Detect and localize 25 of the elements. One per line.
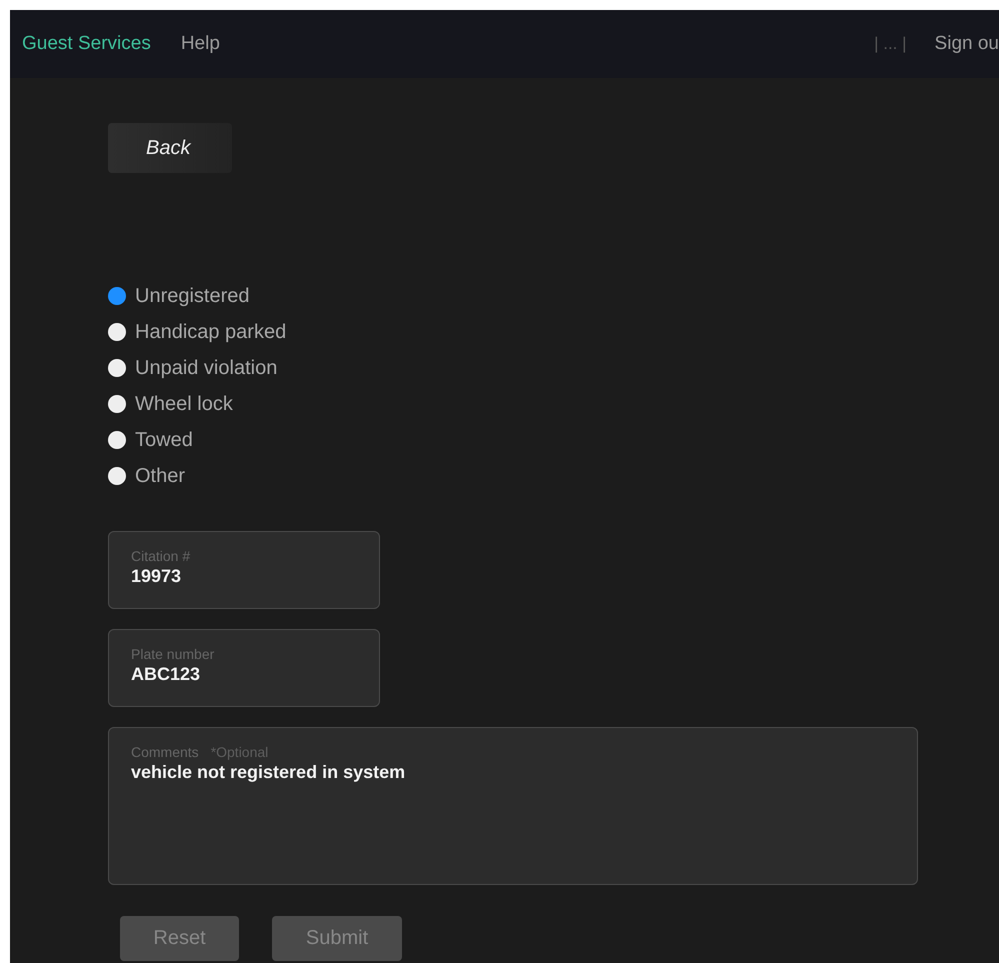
radio-label[interactable]: Handicap parked	[135, 320, 286, 344]
help-link[interactable]: Help	[180, 33, 220, 55]
radio-label[interactable]: Other	[135, 464, 186, 488]
radio-button[interactable]	[108, 359, 126, 377]
field-value: 19973	[131, 566, 182, 587]
field-label: Plate number	[131, 646, 216, 662]
input-field[interactable]: Plate number ABC123	[108, 629, 380, 707]
radio-button[interactable]	[108, 467, 126, 485]
field-value: ABC123	[131, 664, 202, 685]
radio-label[interactable]: Unpaid violation	[135, 356, 278, 380]
radio-label[interactable]: Towed	[135, 428, 193, 452]
radio-button[interactable]	[108, 395, 126, 413]
input-field[interactable]: Citation # 19973	[108, 531, 380, 609]
back-button[interactable]: Back	[108, 123, 232, 173]
field-value: vehicle not registered in system	[131, 762, 406, 783]
radio-button[interactable]	[108, 287, 126, 305]
radio-label[interactable]: Wheel lock	[135, 392, 233, 416]
brand-link[interactable]: Guest Services	[22, 33, 151, 55]
sign-out-link[interactable]: Sign ou	[934, 33, 999, 55]
field-label: Comments	[131, 744, 199, 760]
radio-button[interactable]	[108, 431, 126, 449]
nav-separator: | ... |	[874, 34, 907, 54]
radio-button[interactable]	[108, 323, 126, 341]
radio-label[interactable]: Unregistered	[135, 284, 250, 308]
field-label: Citation #	[131, 548, 192, 564]
